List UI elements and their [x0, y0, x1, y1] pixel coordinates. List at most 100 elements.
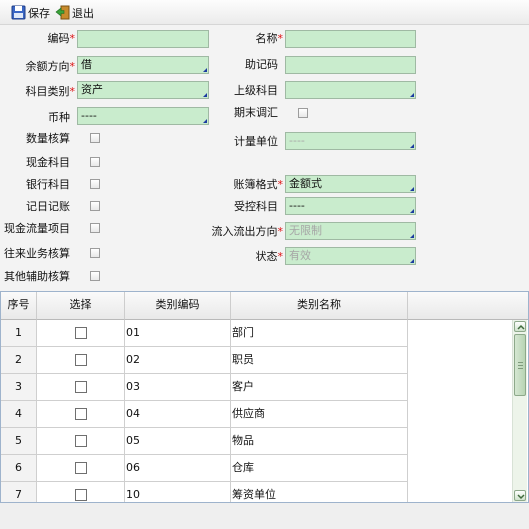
row-select-checkbox[interactable] — [75, 381, 87, 393]
cash-subject-checkbox[interactable] — [90, 157, 100, 167]
dropdown-triangle-icon — [410, 144, 414, 148]
chevron-down-icon — [517, 494, 525, 500]
dropdown-triangle-icon — [203, 119, 207, 123]
row-select-cell — [37, 428, 125, 455]
period-adjust-checkbox[interactable] — [298, 108, 308, 118]
scroll-up-button[interactable] — [514, 321, 526, 332]
ledger-format-select[interactable]: 金额式 — [285, 175, 416, 193]
row-filler — [408, 374, 512, 401]
row-number: 2 — [1, 347, 37, 374]
chevron-up-icon — [517, 324, 525, 330]
subject-type-label: 科目类别* — [25, 85, 76, 98]
daily-journal-label: 记日记账 — [26, 200, 70, 213]
floppy-disk-icon — [11, 5, 27, 20]
exit-label: 退出 — [72, 6, 94, 20]
dropdown-triangle-icon — [203, 93, 207, 97]
bank-subject-label: 银行科目 — [26, 178, 70, 191]
vertical-scrollbar[interactable] — [512, 320, 527, 502]
category-code-cell[interactable]: 02 — [125, 347, 231, 374]
category-name-cell[interactable]: 客户 — [231, 374, 408, 401]
row-select-cell — [37, 482, 125, 502]
flow-direction-label: 流入流出方向* — [211, 225, 284, 238]
dropdown-triangle-icon — [410, 234, 414, 238]
currency-select[interactable]: ---- — [77, 107, 209, 125]
scroll-down-button[interactable] — [514, 490, 526, 501]
row-select-checkbox[interactable] — [75, 462, 87, 474]
mnemonic-label: 助记码 — [245, 58, 278, 71]
controlled-subject-label: 受控科目 — [234, 200, 278, 213]
category-name-cell[interactable]: 部门 — [231, 320, 408, 347]
save-label: 保存 — [28, 6, 50, 20]
col-header-select[interactable]: 选择 — [37, 292, 125, 320]
name-input[interactable] — [285, 30, 416, 48]
category-name-cell[interactable]: 仓库 — [231, 455, 408, 482]
dropdown-triangle-icon — [410, 187, 414, 191]
name-label: 名称* — [255, 32, 284, 45]
category-name-cell[interactable]: 职员 — [231, 347, 408, 374]
row-number: 3 — [1, 374, 37, 401]
col-header-code[interactable]: 类别编码 — [125, 292, 231, 320]
category-code-cell[interactable]: 01 — [125, 320, 231, 347]
bank-subject-checkbox[interactable] — [90, 179, 100, 189]
qty-accounting-checkbox[interactable] — [90, 133, 100, 143]
category-code-cell[interactable]: 10 — [125, 482, 231, 502]
row-select-cell — [37, 455, 125, 482]
category-name-cell[interactable]: 筹资单位 — [231, 482, 408, 502]
row-select-checkbox[interactable] — [75, 327, 87, 339]
category-name-cell[interactable]: 供应商 — [231, 401, 408, 428]
status-select[interactable]: 有效 — [285, 247, 416, 265]
category-code-cell[interactable]: 06 — [125, 455, 231, 482]
dropdown-triangle-icon — [203, 68, 207, 72]
row-filler — [408, 455, 512, 482]
parent-subject-select[interactable] — [285, 81, 416, 99]
controlled-subject-select[interactable]: ---- — [285, 197, 416, 215]
row-filler — [408, 401, 512, 428]
category-code-cell[interactable]: 03 — [125, 374, 231, 401]
row-select-cell — [37, 401, 125, 428]
save-button[interactable]: 保存 — [11, 4, 50, 21]
row-select-cell — [37, 374, 125, 401]
balance-direction-select[interactable]: 借 — [77, 56, 209, 74]
row-select-cell — [37, 347, 125, 374]
row-select-checkbox[interactable] — [75, 354, 87, 366]
row-number: 6 — [1, 455, 37, 482]
row-filler — [408, 428, 512, 455]
dropdown-triangle-icon — [410, 93, 414, 97]
ar-ap-label: 往来业务核算 — [4, 247, 70, 260]
row-select-checkbox[interactable] — [75, 408, 87, 420]
dropdown-triangle-icon — [410, 259, 414, 263]
dropdown-triangle-icon — [410, 209, 414, 213]
cashflow-item-checkbox[interactable] — [90, 223, 100, 233]
ar-ap-checkbox[interactable] — [90, 248, 100, 258]
category-code-cell[interactable]: 04 — [125, 401, 231, 428]
code-input[interactable] — [77, 30, 209, 48]
scroll-thumb[interactable] — [514, 334, 526, 396]
col-header-name[interactable]: 类别名称 — [231, 292, 408, 320]
other-aux-checkbox[interactable] — [90, 271, 100, 281]
row-select-checkbox[interactable] — [75, 489, 87, 501]
parent-subject-label: 上级科目 — [234, 84, 278, 97]
qty-accounting-label: 数量核算 — [26, 132, 70, 145]
status-bar — [0, 503, 529, 529]
mnemonic-input[interactable] — [285, 56, 416, 74]
category-code-cell[interactable]: 05 — [125, 428, 231, 455]
currency-label: 币种 — [48, 111, 70, 124]
col-header-filler — [408, 292, 528, 320]
flow-direction-select[interactable]: 无限制 — [285, 222, 416, 240]
category-name-cell[interactable]: 物品 — [231, 428, 408, 455]
period-adjust-label: 期末调汇 — [234, 106, 278, 119]
row-number: 1 — [1, 320, 37, 347]
daily-journal-checkbox[interactable] — [90, 201, 100, 211]
row-number: 5 — [1, 428, 37, 455]
toolbar: 保存 退出 — [0, 0, 529, 25]
unit-select[interactable]: ---- — [285, 132, 416, 150]
row-select-checkbox[interactable] — [75, 435, 87, 447]
exit-button[interactable]: 退出 — [55, 4, 94, 21]
subject-type-select[interactable]: 资产 — [77, 81, 209, 99]
ledger-format-label: 账簿格式* — [233, 178, 284, 191]
code-label: 编码* — [47, 32, 76, 45]
row-filler — [408, 347, 512, 374]
row-select-cell — [37, 320, 125, 347]
row-filler — [408, 482, 512, 502]
col-header-num[interactable]: 序号 — [1, 292, 37, 320]
